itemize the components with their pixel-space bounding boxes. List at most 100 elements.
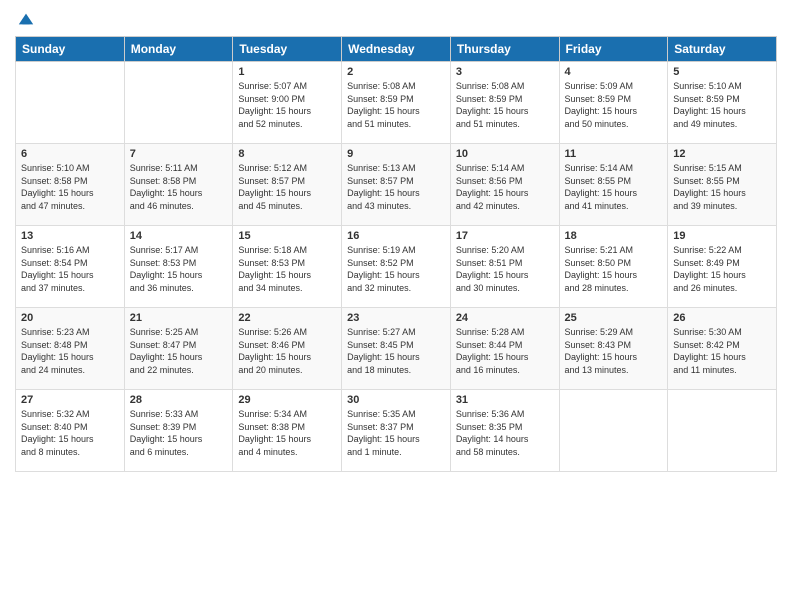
calendar-day-header: Tuesday [233, 37, 342, 62]
calendar-cell: 25Sunrise: 5:29 AM Sunset: 8:43 PM Dayli… [559, 308, 668, 390]
calendar-week-row: 6 Sunrise: 5:10 AM Sunset: 8:58 PM Daylig… [16, 144, 777, 226]
day-number: 4 [565, 66, 663, 78]
day-number: 9 [347, 148, 445, 160]
day-number: 19 [673, 230, 771, 242]
calendar-cell [559, 390, 668, 472]
calendar-cell: 11Sunrise: 5:14 AM Sunset: 8:55 PM Dayli… [559, 144, 668, 226]
calendar-cell: 3 Sunrise: 5:08 AM Sunset: 8:59 PM Daylig… [450, 62, 559, 144]
cell-content: Sunrise: 5:13 AM Sunset: 8:57 PM Dayligh… [347, 162, 445, 212]
calendar-day-header: Sunday [16, 37, 125, 62]
calendar-cell: 10 Sunrise: 5:14 AM Sunset: 8:56 PM Dayli… [450, 144, 559, 226]
calendar-cell: 5 Sunrise: 5:10 AM Sunset: 8:59 PM Daylig… [668, 62, 777, 144]
cell-content: Sunrise: 5:08 AM Sunset: 8:59 PM Dayligh… [347, 80, 445, 130]
day-number: 3 [456, 66, 554, 78]
calendar-week-row: 13 Sunrise: 5:16 AM Sunset: 8:54 PM Dayli… [16, 226, 777, 308]
cell-content: Sunrise: 5:33 AM Sunset: 8:39 PM Dayligh… [130, 408, 228, 458]
day-number: 7 [130, 148, 228, 160]
cell-content: Sunrise: 5:11 AM Sunset: 8:58 PM Dayligh… [130, 162, 228, 212]
day-number: 24 [456, 312, 554, 324]
day-number: 10 [456, 148, 554, 160]
day-number: 26 [673, 312, 771, 324]
cell-content: Sunrise: 5:29 AM Sunset: 8:43 PM Dayligh… [565, 326, 663, 376]
cell-content: Sunrise: 5:10 AM Sunset: 8:59 PM Dayligh… [673, 80, 771, 130]
calendar-cell: 22 Sunrise: 5:26 AM Sunset: 8:46 PM Dayli… [233, 308, 342, 390]
day-number: 18 [565, 230, 663, 242]
calendar-cell [668, 390, 777, 472]
calendar-cell: 19 Sunrise: 5:22 AM Sunset: 8:49 PM Dayli… [668, 226, 777, 308]
cell-content: Sunrise: 5:12 AM Sunset: 8:57 PM Dayligh… [238, 162, 336, 212]
day-number: 17 [456, 230, 554, 242]
calendar-cell: 24 Sunrise: 5:28 AM Sunset: 8:44 PM Dayli… [450, 308, 559, 390]
calendar-cell [16, 62, 125, 144]
logo-icon [17, 10, 35, 28]
day-number: 13 [21, 230, 119, 242]
day-number: 5 [673, 66, 771, 78]
calendar-cell: 1Sunrise: 5:07 AM Sunset: 9:00 PM Daylig… [233, 62, 342, 144]
cell-content: Sunrise: 5:10 AM Sunset: 8:58 PM Dayligh… [21, 162, 119, 212]
day-number: 23 [347, 312, 445, 324]
cell-content: Sunrise: 5:15 AM Sunset: 8:55 PM Dayligh… [673, 162, 771, 212]
calendar-cell: 12 Sunrise: 5:15 AM Sunset: 8:55 PM Dayli… [668, 144, 777, 226]
day-number: 2 [347, 66, 445, 78]
cell-content: Sunrise: 5:26 AM Sunset: 8:46 PM Dayligh… [238, 326, 336, 376]
calendar-cell: 21 Sunrise: 5:25 AM Sunset: 8:47 PM Dayli… [124, 308, 233, 390]
calendar-day-header: Monday [124, 37, 233, 62]
cell-content: Sunrise: 5:27 AM Sunset: 8:45 PM Dayligh… [347, 326, 445, 376]
cell-content: Sunrise: 5:08 AM Sunset: 8:59 PM Dayligh… [456, 80, 554, 130]
calendar-day-header: Thursday [450, 37, 559, 62]
calendar-cell: 15 Sunrise: 5:18 AM Sunset: 8:53 PM Dayli… [233, 226, 342, 308]
day-number: 21 [130, 312, 228, 324]
cell-content: Sunrise: 5:18 AM Sunset: 8:53 PM Dayligh… [238, 244, 336, 294]
day-number: 22 [238, 312, 336, 324]
calendar-cell [124, 62, 233, 144]
cell-content: Sunrise: 5:35 AM Sunset: 8:37 PM Dayligh… [347, 408, 445, 458]
cell-content: Sunrise: 5:25 AM Sunset: 8:47 PM Dayligh… [130, 326, 228, 376]
cell-content: Sunrise: 5:34 AM Sunset: 8:38 PM Dayligh… [238, 408, 336, 458]
calendar-cell: 27Sunrise: 5:32 AM Sunset: 8:40 PM Dayli… [16, 390, 125, 472]
day-number: 14 [130, 230, 228, 242]
calendar-cell: 30 Sunrise: 5:35 AM Sunset: 8:37 PM Dayli… [342, 390, 451, 472]
cell-content: Sunrise: 5:14 AM Sunset: 8:55 PM Dayligh… [565, 162, 663, 212]
calendar-day-header: Saturday [668, 37, 777, 62]
day-number: 15 [238, 230, 336, 242]
cell-content: Sunrise: 5:09 AM Sunset: 8:59 PM Dayligh… [565, 80, 663, 130]
calendar-cell: 13 Sunrise: 5:16 AM Sunset: 8:54 PM Dayli… [16, 226, 125, 308]
cell-content: Sunrise: 5:14 AM Sunset: 8:56 PM Dayligh… [456, 162, 554, 212]
day-number: 16 [347, 230, 445, 242]
calendar-cell: 6 Sunrise: 5:10 AM Sunset: 8:58 PM Daylig… [16, 144, 125, 226]
calendar-day-header: Wednesday [342, 37, 451, 62]
logo [15, 10, 35, 28]
cell-content: Sunrise: 5:22 AM Sunset: 8:49 PM Dayligh… [673, 244, 771, 294]
calendar-cell: 2 Sunrise: 5:08 AM Sunset: 8:59 PM Daylig… [342, 62, 451, 144]
calendar-cell: 7 Sunrise: 5:11 AM Sunset: 8:58 PM Daylig… [124, 144, 233, 226]
day-number: 8 [238, 148, 336, 160]
calendar-cell: 16 Sunrise: 5:19 AM Sunset: 8:52 PM Dayli… [342, 226, 451, 308]
calendar-week-row: 20Sunrise: 5:23 AM Sunset: 8:48 PM Dayli… [16, 308, 777, 390]
day-number: 12 [673, 148, 771, 160]
calendar-cell: 23 Sunrise: 5:27 AM Sunset: 8:45 PM Dayli… [342, 308, 451, 390]
calendar-cell: 17 Sunrise: 5:20 AM Sunset: 8:51 PM Dayli… [450, 226, 559, 308]
calendar-week-row: 27Sunrise: 5:32 AM Sunset: 8:40 PM Dayli… [16, 390, 777, 472]
cell-content: Sunrise: 5:16 AM Sunset: 8:54 PM Dayligh… [21, 244, 119, 294]
calendar-cell: 14Sunrise: 5:17 AM Sunset: 8:53 PM Dayli… [124, 226, 233, 308]
cell-content: Sunrise: 5:30 AM Sunset: 8:42 PM Dayligh… [673, 326, 771, 376]
calendar-cell: 8 Sunrise: 5:12 AM Sunset: 8:57 PM Daylig… [233, 144, 342, 226]
calendar-cell: 18Sunrise: 5:21 AM Sunset: 8:50 PM Dayli… [559, 226, 668, 308]
calendar-cell: 28Sunrise: 5:33 AM Sunset: 8:39 PM Dayli… [124, 390, 233, 472]
cell-content: Sunrise: 5:20 AM Sunset: 8:51 PM Dayligh… [456, 244, 554, 294]
calendar-cell: 29 Sunrise: 5:34 AM Sunset: 8:38 PM Dayli… [233, 390, 342, 472]
calendar-cell: 26 Sunrise: 5:30 AM Sunset: 8:42 PM Dayli… [668, 308, 777, 390]
day-number: 29 [238, 394, 336, 406]
calendar-header-row: SundayMondayTuesdayWednesdayThursdayFrid… [16, 37, 777, 62]
page: SundayMondayTuesdayWednesdayThursdayFrid… [0, 0, 792, 612]
cell-content: Sunrise: 5:28 AM Sunset: 8:44 PM Dayligh… [456, 326, 554, 376]
cell-content: Sunrise: 5:36 AM Sunset: 8:35 PM Dayligh… [456, 408, 554, 458]
cell-content: Sunrise: 5:19 AM Sunset: 8:52 PM Dayligh… [347, 244, 445, 294]
day-number: 6 [21, 148, 119, 160]
cell-content: Sunrise: 5:23 AM Sunset: 8:48 PM Dayligh… [21, 326, 119, 376]
header [15, 10, 777, 28]
calendar-cell: 9 Sunrise: 5:13 AM Sunset: 8:57 PM Daylig… [342, 144, 451, 226]
calendar-week-row: 1Sunrise: 5:07 AM Sunset: 9:00 PM Daylig… [16, 62, 777, 144]
calendar-cell: 20Sunrise: 5:23 AM Sunset: 8:48 PM Dayli… [16, 308, 125, 390]
day-number: 30 [347, 394, 445, 406]
